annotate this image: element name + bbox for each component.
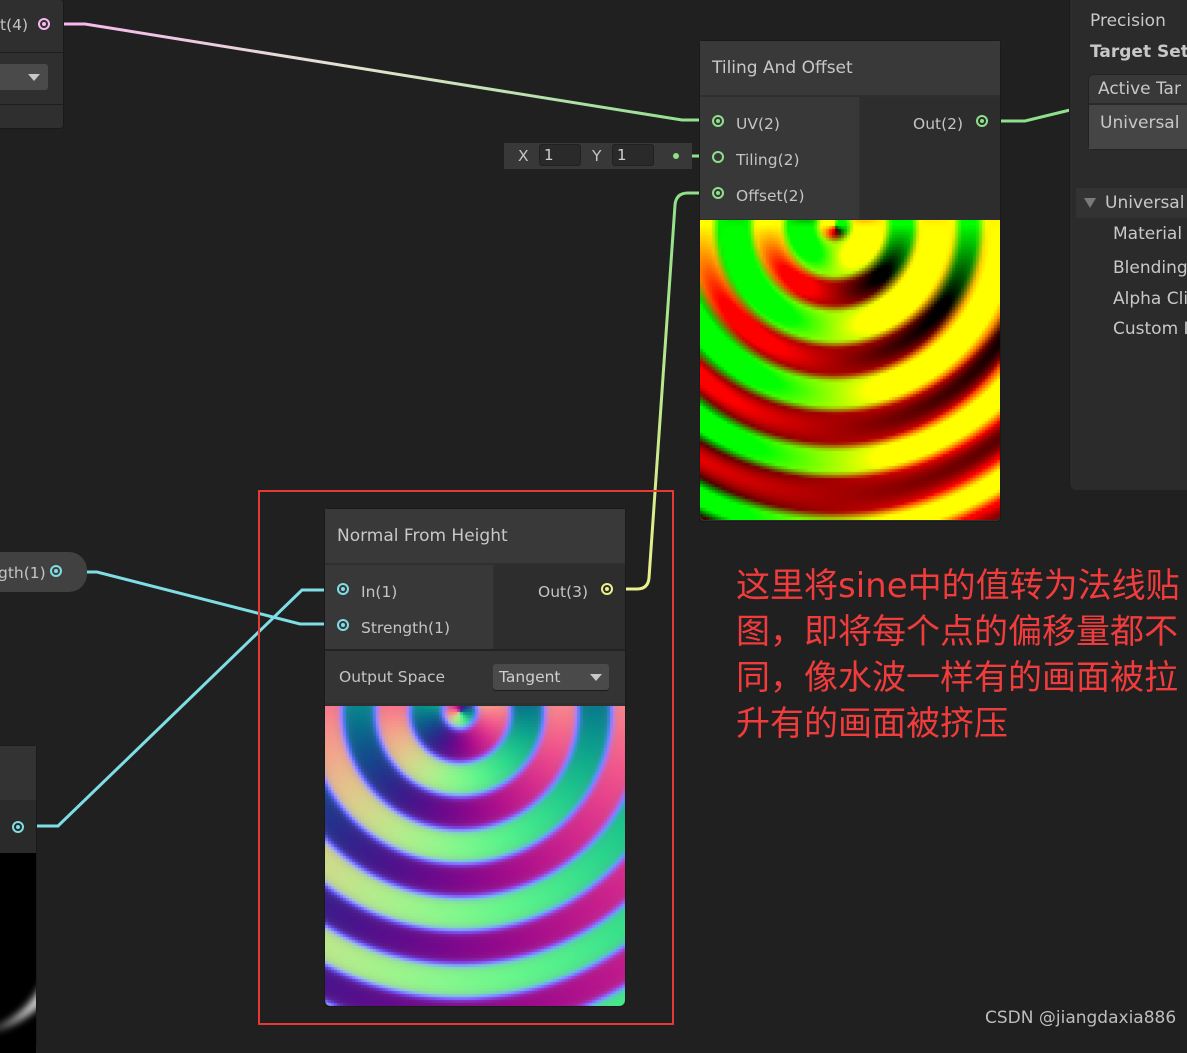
node-title-bar	[0, 746, 36, 800]
graph-inspector-panel: Precision Target Sett Active Tar Univers…	[1070, 0, 1187, 490]
partial-dropdown[interactable]	[0, 64, 48, 90]
active-targets-header: Active Tar	[1098, 79, 1181, 99]
preview-gradient-arc	[0, 853, 36, 1033]
tiling-and-offset-node[interactable]: Tiling And Offset UV(2) Tiling(2) Offset…	[700, 41, 1000, 521]
highlight-box	[258, 490, 674, 1025]
wire-out2-to-right	[995, 108, 1071, 123]
uv-port-label: UV(2)	[736, 115, 780, 133]
node-title-text: Tiling And Offset	[712, 58, 853, 78]
tiling-y-input[interactable]	[612, 144, 654, 166]
y-label: Y	[592, 147, 602, 165]
active-target-item[interactable]: Universal	[1089, 105, 1187, 149]
universal-foldout[interactable]: Universal	[1076, 188, 1187, 218]
out-port-label: Out(2)	[913, 115, 964, 133]
setting-material[interactable]: Material	[1113, 224, 1182, 244]
annotation-text: 这里将sine中的值转为法线贴图，即将每个点的偏移量都不同，像水波一样有的画面被…	[736, 566, 1180, 744]
active-targets-list: Active Tar Universal	[1089, 75, 1187, 149]
offset-port-label: Offset(2)	[736, 187, 805, 205]
property-label: gth(1)	[0, 564, 46, 582]
divider	[0, 104, 63, 105]
tiling-port-icon[interactable]	[712, 151, 724, 163]
output-port-icon[interactable]	[38, 18, 50, 30]
tiling-inline-field: X Y	[504, 143, 692, 169]
offset-port-icon[interactable]	[712, 187, 724, 199]
foldout-triangle-icon	[1084, 198, 1096, 208]
left-partial-node-top: t(4)	[0, 0, 63, 128]
precision-label: Precision	[1090, 11, 1166, 31]
output-port-icon[interactable]	[50, 565, 62, 577]
active-target-item-label: Universal	[1100, 113, 1180, 133]
uv-port-icon[interactable]	[712, 115, 724, 127]
tiling-x-input[interactable]	[539, 144, 581, 166]
watermark: CSDN @jiangdaxia886	[985, 1008, 1177, 1028]
property-node-strength[interactable]: gth(1)	[0, 552, 87, 592]
node-preview	[0, 853, 36, 1053]
x-label: X	[518, 147, 529, 165]
wire-vector4-to-uv	[63, 22, 707, 122]
tiling-port-label: Tiling(2)	[736, 151, 800, 169]
divider	[0, 52, 63, 53]
left-partial-node-bottom	[0, 746, 36, 1053]
setting-alpha-clip[interactable]: Alpha Cli	[1113, 289, 1187, 309]
setting-custom[interactable]: Custom I	[1113, 319, 1187, 339]
chevron-down-icon	[28, 74, 40, 81]
inline-port-dot-icon	[673, 153, 679, 159]
node-preview-image	[700, 220, 1000, 520]
node-title: Tiling And Offset	[700, 41, 1000, 95]
foldout-label: Universal	[1105, 193, 1185, 213]
output-port-icon[interactable]	[12, 821, 24, 833]
output-label: t(4)	[0, 16, 29, 34]
out-port-icon[interactable]	[976, 115, 988, 127]
setting-blending[interactable]: Blending	[1113, 258, 1187, 278]
target-settings-heading: Target Sett	[1090, 42, 1187, 62]
